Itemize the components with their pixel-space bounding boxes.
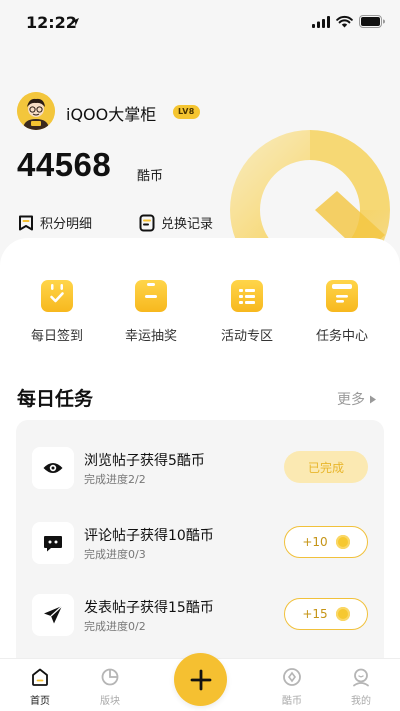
send-icon: [32, 594, 74, 636]
coin-diamond-icon: [283, 668, 301, 686]
feature-label: 活动专区: [220, 329, 273, 344]
calendar-check-icon: [41, 280, 73, 312]
feature-task-center[interactable]: 任务中心: [302, 280, 382, 344]
task-button-label: 已完成: [307, 460, 344, 475]
feature-label: 任务中心: [315, 329, 368, 344]
task-title: 评论帖子获得10酷币: [84, 528, 214, 544]
feature-shortcuts: 每日签到 幸运抽奖 活动专区 任务中心: [0, 280, 400, 350]
plus-icon: [190, 669, 211, 690]
more-label: 更多: [337, 392, 365, 408]
activity-grid-icon: [231, 280, 263, 312]
user-face-icon: [353, 668, 369, 687]
task-button-label: +15: [302, 607, 328, 621]
feature-label: 幸运抽奖: [124, 329, 177, 344]
feature-label: 每日签到: [30, 329, 83, 344]
avatar-portrait-icon: [17, 92, 55, 130]
feature-daily-checkin[interactable]: 每日签到: [17, 280, 97, 344]
username[interactable]: iQOO大掌柜: [66, 101, 156, 125]
task-progress: 完成进度2/2: [84, 473, 146, 486]
coin-balance: 44568: [17, 146, 112, 183]
create-post-button[interactable]: [174, 653, 227, 706]
more-tasks-link[interactable]: 更多: [337, 389, 377, 409]
feature-activity-zone[interactable]: 活动专区: [207, 280, 287, 344]
gift-box-icon: [135, 280, 167, 312]
task-completed-button: 已完成: [284, 451, 368, 483]
daily-tasks-title: 每日任务: [17, 388, 94, 410]
wifi-icon: [336, 15, 353, 28]
feature-lucky-draw[interactable]: 幸运抽奖: [111, 280, 191, 344]
nav-label: 我的: [351, 696, 371, 707]
redeem-history-label: 兑换记录: [161, 217, 214, 232]
task-button-label: +10: [302, 535, 328, 549]
cellular-signal-icon: [312, 16, 330, 28]
eye-icon: [32, 447, 74, 489]
coin-icon: [335, 535, 350, 549]
coin-icon: [335, 607, 350, 621]
task-title: 发表帖子获得15酷币: [84, 600, 214, 616]
nav-label: 首页: [30, 696, 50, 707]
status-bar: 12:22: [0, 0, 400, 46]
task-progress: 完成进度0/3: [84, 548, 146, 561]
points-detail-link[interactable]: 积分明细: [17, 213, 92, 232]
redeem-history-link[interactable]: 兑换记录: [138, 213, 213, 232]
task-title: 浏览帖子获得5酷币: [84, 453, 205, 469]
nav-boards[interactable]: 版块: [86, 666, 134, 707]
receipt-icon: [139, 214, 155, 231]
battery-icon: [359, 15, 385, 28]
task-reward-button[interactable]: +15: [284, 598, 368, 630]
task-row: 浏览帖子获得5酷币 完成进度2/2 已完成: [16, 447, 384, 507]
avatar[interactable]: [17, 92, 55, 130]
task-row: 评论帖子获得10酷币 完成进度0/3 +10: [16, 522, 384, 582]
task-progress: 完成进度0/2: [84, 620, 146, 633]
task-list-icon: [326, 280, 358, 312]
nav-label: 酷币: [282, 696, 302, 707]
nav-mine[interactable]: 我的: [337, 666, 385, 707]
task-reward-button[interactable]: +10: [284, 526, 368, 558]
location-arrow-icon: [71, 18, 79, 26]
task-row: 发表帖子获得15酷币 完成进度0/2 +15: [16, 594, 384, 654]
bookmark-list-icon: [19, 215, 33, 230]
level-badge: LV8: [173, 105, 200, 119]
nav-coins[interactable]: 酷币: [268, 666, 316, 707]
comment-icon: [32, 522, 74, 564]
nav-home[interactable]: 首页: [16, 666, 64, 707]
home-icon: [32, 668, 48, 686]
pie-chart-icon: [101, 668, 119, 686]
coin-unit-label: 酷币: [137, 169, 164, 184]
nav-label: 版块: [100, 696, 120, 707]
points-detail-label: 积分明细: [40, 217, 93, 232]
play-arrow-icon: [370, 395, 376, 403]
